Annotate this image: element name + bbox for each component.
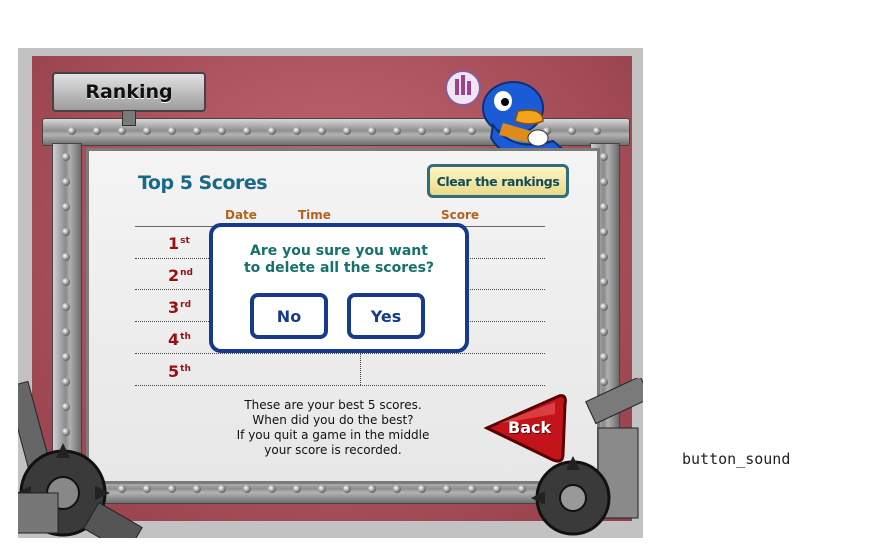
yes-button[interactable]: Yes xyxy=(347,293,425,339)
column-header-score: Score xyxy=(441,208,480,222)
rivet xyxy=(343,127,351,135)
note-line: When did you do the best? xyxy=(252,413,414,427)
ranking-sign: Ranking xyxy=(52,72,206,112)
right-machinery-gear-icon xyxy=(531,378,643,536)
rivet xyxy=(168,485,176,493)
rivet xyxy=(293,485,301,493)
rivet xyxy=(193,485,201,493)
panel-title: Top 5 Scores xyxy=(138,172,268,194)
rivet xyxy=(168,127,176,135)
dialog-message-line: Are you sure you want xyxy=(250,243,428,259)
dialog-message-line: to delete all the scores? xyxy=(243,260,435,276)
rivet xyxy=(68,127,76,135)
no-button[interactable]: No xyxy=(250,293,328,339)
rivet xyxy=(393,127,401,135)
rivet xyxy=(600,303,608,311)
rivet xyxy=(343,485,351,493)
left-machinery-gear-icon xyxy=(18,380,143,538)
rivet xyxy=(393,485,401,493)
rivet xyxy=(62,303,70,311)
rivet xyxy=(143,127,151,135)
rivet xyxy=(268,127,276,135)
rivet xyxy=(600,153,608,161)
rivet xyxy=(62,153,70,161)
rivet xyxy=(218,127,226,135)
rank-4-label: 4th xyxy=(168,330,191,349)
rivet xyxy=(62,328,70,336)
rivet xyxy=(62,253,70,261)
rivet xyxy=(318,127,326,135)
rivet xyxy=(368,485,376,493)
row-divider xyxy=(135,385,545,386)
rivet xyxy=(468,485,476,493)
rivet xyxy=(93,127,101,135)
rivet xyxy=(600,203,608,211)
game-screen: Ranking Top 5 Scores Clear the rankings … xyxy=(18,48,643,538)
sign-post xyxy=(122,110,136,126)
column-header-date: Date xyxy=(225,208,257,222)
rivet xyxy=(600,178,608,186)
rivet xyxy=(593,127,601,135)
rivet xyxy=(418,485,426,493)
clear-rankings-button[interactable]: Clear the rankings xyxy=(427,164,569,198)
rivet xyxy=(62,203,70,211)
confirm-delete-dialog: Are you sure you want to delete all the … xyxy=(209,223,469,353)
rivet xyxy=(118,127,126,135)
rivet xyxy=(600,278,608,286)
row-divider xyxy=(135,353,545,354)
rivet xyxy=(62,178,70,186)
rivet xyxy=(243,127,251,135)
rivet xyxy=(493,485,501,493)
rank-2-label: 2nd xyxy=(168,266,193,285)
rank-5-label: 5th xyxy=(168,362,191,381)
rivet xyxy=(600,328,608,336)
rivet xyxy=(443,485,451,493)
rivet xyxy=(418,127,426,135)
rivet xyxy=(218,485,226,493)
rivet xyxy=(368,127,376,135)
rivet xyxy=(268,485,276,493)
rivet xyxy=(62,278,70,286)
column-header-time: Time xyxy=(298,208,331,222)
note-line: These are your best 5 scores. xyxy=(244,398,422,412)
rivet xyxy=(600,353,608,361)
rivet xyxy=(293,127,301,135)
dialog-message: Are you sure you want to delete all the … xyxy=(213,243,465,277)
note-line: your score is recorded. xyxy=(264,443,402,457)
rivet xyxy=(600,253,608,261)
rivet xyxy=(600,228,608,236)
rivet xyxy=(318,485,326,493)
rivet xyxy=(193,127,201,135)
ranking-sign-label: Ranking xyxy=(85,81,173,103)
rank-3-label: 3rd xyxy=(168,298,192,317)
rivet xyxy=(62,228,70,236)
rivet xyxy=(243,485,251,493)
note-line: If you quit a game in the middle xyxy=(236,428,430,442)
rank-1-label: 1st xyxy=(168,234,190,253)
button-sound-label: button_sound xyxy=(682,450,791,468)
rivet xyxy=(62,353,70,361)
ranking-note: These are your best 5 scores. When did y… xyxy=(188,398,478,458)
